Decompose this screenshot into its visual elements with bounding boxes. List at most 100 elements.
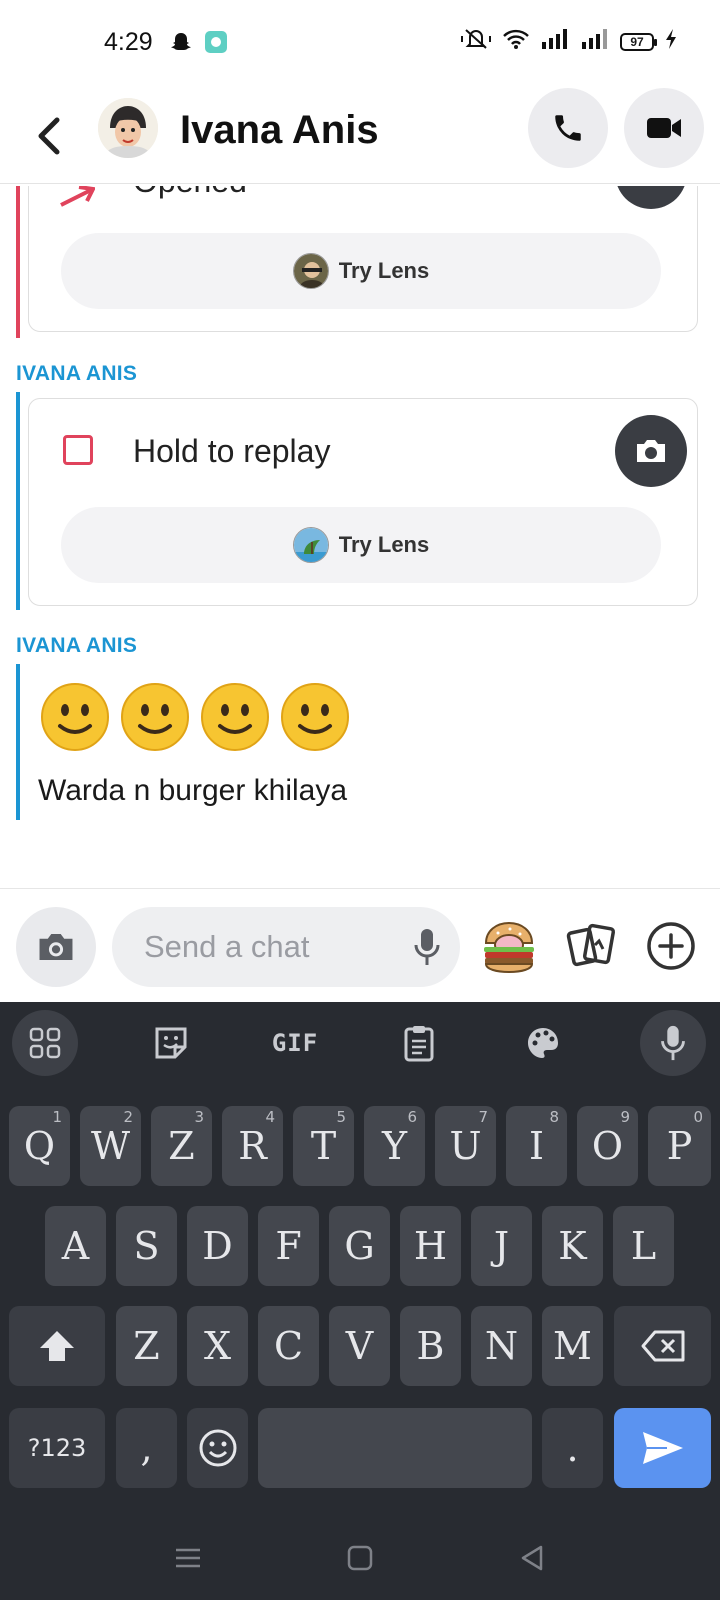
grid-icon — [29, 1027, 61, 1059]
symbols-key[interactable]: ?123 — [9, 1408, 105, 1488]
key-s[interactable]: S — [116, 1206, 177, 1286]
message-bar-received — [16, 392, 20, 610]
slightly-smiling-face-icon — [280, 682, 350, 752]
shift-arrow-icon — [40, 1331, 74, 1361]
square-icon — [347, 1545, 373, 1571]
key-t[interactable]: T5 — [293, 1106, 354, 1186]
slightly-smiling-face-icon — [120, 682, 190, 752]
key-y[interactable]: Y6 — [364, 1106, 425, 1186]
camera-reply-button[interactable] — [615, 415, 687, 487]
key-o[interactable]: O9 — [577, 1106, 638, 1186]
sticker-button[interactable] — [478, 915, 540, 977]
slightly-smiling-face-icon — [40, 682, 110, 752]
key-e[interactable]: Z3 — [151, 1106, 212, 1186]
key-b[interactable]: B — [400, 1306, 461, 1386]
lens-thumbnail — [292, 527, 329, 563]
voice-call-button[interactable] — [528, 88, 608, 168]
comma-key[interactable]: , — [116, 1408, 177, 1488]
chat-composer — [0, 888, 720, 1002]
plus-circle-icon — [647, 922, 695, 970]
phone-icon — [555, 115, 581, 141]
snap-card[interactable]: Opened Try Lens — [28, 186, 698, 332]
snap-card[interactable]: Hold to replay Try Lens — [28, 398, 698, 606]
key-q[interactable]: Q1 — [9, 1106, 70, 1186]
gif-button[interactable]: GIF — [262, 1010, 328, 1076]
camera-icon — [634, 186, 668, 187]
voice-input-button[interactable] — [640, 1010, 706, 1076]
shift-key[interactable] — [9, 1306, 105, 1386]
voice-note-button[interactable] — [410, 925, 444, 969]
video-call-button[interactable] — [624, 88, 704, 168]
snapchat-ghost-icon — [170, 31, 192, 58]
key-k[interactable]: K — [542, 1206, 603, 1286]
message-bar-received — [16, 664, 20, 820]
back-button[interactable] — [28, 108, 68, 164]
back-nav-button[interactable] — [512, 1538, 552, 1578]
key-j[interactable]: J — [471, 1206, 532, 1286]
backspace-icon — [641, 1330, 684, 1362]
send-arrow-icon — [642, 1432, 683, 1464]
send-key[interactable] — [614, 1408, 711, 1488]
key-d[interactable]: D — [187, 1206, 248, 1286]
send-chat-input[interactable] — [112, 907, 460, 987]
status-time: 4:29 — [104, 28, 153, 56]
key-z[interactable]: Z — [116, 1306, 177, 1386]
home-button[interactable] — [340, 1538, 380, 1578]
microphone-icon — [661, 1025, 685, 1061]
try-lens-button[interactable]: Try Lens — [61, 507, 661, 583]
key-n[interactable]: N — [471, 1306, 532, 1386]
avatar[interactable] — [98, 98, 158, 158]
try-lens-button[interactable]: Try Lens — [61, 233, 661, 309]
space-key[interactable] — [258, 1408, 532, 1488]
key-m[interactable]: M — [542, 1306, 603, 1386]
theme-button[interactable] — [510, 1010, 576, 1076]
memories-button[interactable] — [560, 915, 622, 977]
key-l[interactable]: L — [613, 1206, 674, 1286]
emoji-key[interactable] — [187, 1408, 248, 1488]
clipboard-button[interactable] — [386, 1010, 452, 1076]
menu-lines-icon — [176, 1548, 200, 1568]
cards-icon — [566, 923, 616, 967]
key-c[interactable]: C — [258, 1306, 319, 1386]
chevron-left-icon — [38, 117, 60, 155]
keyboard-toolbar: GIF — [0, 1002, 720, 1088]
chat-title[interactable]: Ivana Anis — [180, 108, 379, 153]
key-r[interactable]: R4 — [222, 1106, 283, 1186]
sticker-icon — [155, 1027, 187, 1059]
status-bar: 4:29 97 — [0, 0, 720, 88]
sender-name: IVANA ANIS — [16, 362, 138, 385]
key-a[interactable]: A — [45, 1206, 106, 1286]
key-v[interactable]: V — [329, 1306, 390, 1386]
apps-grid-button[interactable] — [12, 1010, 78, 1076]
system-navigation-bar — [0, 1514, 720, 1600]
key-f[interactable]: F — [258, 1206, 319, 1286]
period-key[interactable]: . — [542, 1408, 603, 1488]
backspace-key[interactable] — [614, 1306, 711, 1386]
charging-icon — [664, 28, 678, 55]
sticker-kb-button[interactable] — [138, 1010, 204, 1076]
emoji-message[interactable] — [40, 682, 350, 752]
opened-arrow-icon — [60, 186, 95, 207]
message-text[interactable]: Warda n burger khilaya — [38, 774, 347, 808]
keyboard: GIF Q1 W2 Z3 R4 T5 Y6 U7 I8 O9 P0 A S D … — [0, 1002, 720, 1600]
camera-button[interactable] — [16, 907, 96, 987]
camera-icon — [637, 440, 665, 462]
message-list[interactable]: Opened Try Lens IVANA ANIS Hold to repla… — [0, 186, 720, 888]
video-camera-icon — [647, 118, 681, 138]
triangle-back-icon — [521, 1545, 543, 1571]
key-h[interactable]: H — [400, 1206, 461, 1286]
recent-apps-button[interactable] — [168, 1538, 208, 1578]
key-g[interactable]: G — [329, 1206, 390, 1286]
key-u[interactable]: U7 — [435, 1106, 496, 1186]
burger-sticker-icon — [484, 921, 534, 974]
sender-name: IVANA ANIS — [16, 634, 138, 657]
key-p[interactable]: P0 — [648, 1106, 711, 1186]
slightly-smiling-face-icon — [200, 682, 270, 752]
add-button[interactable] — [640, 915, 702, 977]
signal-icon — [540, 28, 570, 55]
camera-reply-button[interactable] — [615, 186, 687, 209]
key-x[interactable]: X — [187, 1306, 248, 1386]
chat-header: Ivana Anis — [0, 88, 720, 184]
key-i[interactable]: I8 — [506, 1106, 567, 1186]
key-w[interactable]: W2 — [80, 1106, 141, 1186]
